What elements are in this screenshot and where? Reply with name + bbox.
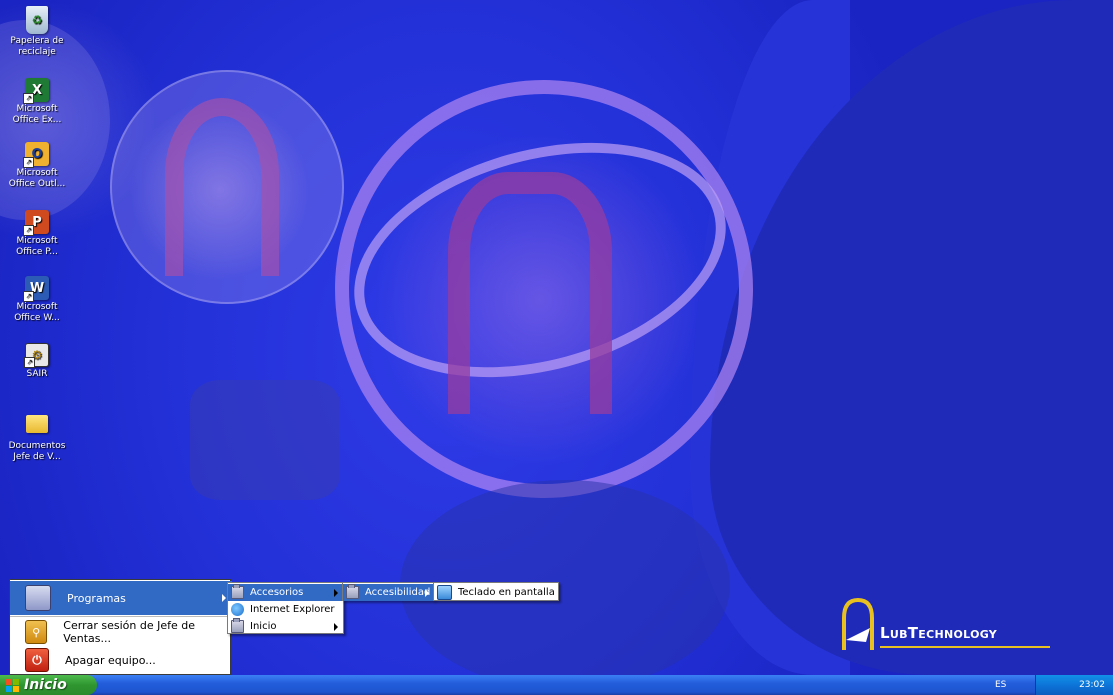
submenu-arrow-icon: [222, 594, 226, 602]
key-logoff-icon: ⚲: [25, 620, 48, 644]
start-menu: Programas ⚲ Cerrar sesión de Jefe de Ven…: [9, 579, 232, 675]
internet-explorer-icon: [231, 603, 244, 616]
desktop-icon-label: Documentos Jefe de V...: [8, 441, 66, 462]
start-menu-cerrar-sesion-label: Cerrar sesión de Jefe de Ventas...: [63, 619, 195, 645]
menu-item-inicio[interactable]: Inicio: [228, 618, 343, 635]
folder-icon: [26, 415, 48, 433]
start-button-label: Inicio: [24, 677, 67, 693]
start-menu-apagar-label: Apagar equipo...: [65, 653, 156, 667]
folder-icon: [231, 618, 244, 633]
submenu-arrow-icon: [425, 589, 429, 597]
submenu-arrow-icon: [334, 623, 338, 631]
desktop-icon-label: Microsoft Office W...: [14, 302, 60, 323]
desktop-icon-documentos[interactable]: Documentos Jefe de V...: [4, 411, 70, 463]
powerpoint-icon: P ↗: [23, 210, 49, 236]
menu-item-label: Accesibilidad: [365, 587, 431, 598]
logo-underline: [880, 646, 1050, 648]
desktop-icon-label: Microsoft Office Ex...: [12, 104, 62, 125]
start-button[interactable]: Inicio: [0, 675, 97, 695]
accesibilidad-submenu: Teclado en pantalla: [433, 582, 559, 601]
menu-item-label: Accesorios: [250, 587, 304, 598]
desktop-icon-label: SAIR: [26, 369, 48, 379]
excel-icon: X ↗: [23, 78, 49, 104]
start-menu-programas-label: Programas: [67, 591, 126, 605]
start-menu-cerrar-sesion[interactable]: ⚲ Cerrar sesión de Jefe de Ventas...: [10, 617, 232, 647]
desktop-wallpaper: ♻ Papelera de reciclaje X ↗ Microsoft Off…: [0, 0, 1113, 675]
lubtechnology-logo: LubTechnology: [836, 596, 1056, 656]
desktop-icon-outlook[interactable]: O ↗ Microsoft Office Outl...: [4, 142, 70, 190]
menu-item-teclado-en-pantalla[interactable]: Teclado en pantalla: [434, 584, 558, 601]
folder-icon: [231, 584, 244, 599]
menu-item-internet-explorer[interactable]: Internet Explorer: [228, 601, 343, 618]
start-menu-programas[interactable]: Programas: [10, 581, 232, 615]
desktop-icon-label: Microsoft Office Outl...: [8, 168, 66, 189]
folder-icon: [346, 584, 359, 599]
desktop-icon-powerpoint[interactable]: P ↗ Microsoft Office P...: [4, 210, 70, 258]
programs-submenu: Accesorios Internet Explorer Inicio: [227, 582, 344, 634]
wallpaper-reflection: [400, 480, 730, 675]
wallpaper-arch: [165, 98, 279, 276]
clock[interactable]: 23:02: [1079, 680, 1105, 690]
outlook-icon: O ↗: [23, 142, 49, 168]
menu-item-accesorios[interactable]: Accesorios: [228, 584, 343, 601]
desktop-icon-label: Papelera de reciclaje: [10, 36, 64, 57]
accesorios-submenu: Accesibilidad: [342, 582, 434, 601]
programs-folder-icon: [25, 585, 51, 611]
logo-text: LubTechnology: [880, 624, 998, 642]
windows-logo-icon: [6, 678, 19, 692]
sair-app-icon: ⚙ ↗: [24, 343, 49, 368]
desktop-icon-recycle-bin[interactable]: ♻ Papelera de reciclaje: [4, 6, 70, 58]
menu-item-label: Teclado en pantalla: [458, 587, 555, 598]
menu-item-accesibilidad[interactable]: Accesibilidad: [343, 584, 433, 601]
recycle-bin-icon: ♻: [26, 6, 48, 34]
wallpaper-reflection: [190, 380, 340, 500]
on-screen-keyboard-icon: [437, 585, 452, 600]
desktop-icon-label: Microsoft Office P...: [16, 236, 58, 257]
word-icon: W ↗: [23, 276, 49, 302]
taskbar: Inicio ES 23:02: [0, 675, 1113, 695]
desktop-icon-excel[interactable]: X ↗ Microsoft Office Ex...: [4, 78, 70, 126]
menu-item-label: Inicio: [250, 621, 277, 632]
wallpaper-arch: [448, 172, 612, 414]
desktop-icon-sair[interactable]: ⚙ ↗ SAIR: [4, 343, 70, 380]
submenu-arrow-icon: [334, 589, 338, 597]
logo-mark-icon: [842, 597, 874, 650]
system-tray: ES 23:02: [995, 675, 1113, 695]
menu-item-label: Internet Explorer: [250, 604, 335, 615]
language-indicator[interactable]: ES: [995, 680, 1006, 690]
power-icon: ⏻: [25, 648, 49, 672]
start-menu-apagar[interactable]: ⏻ Apagar equipo...: [10, 645, 232, 675]
desktop-icon-word[interactable]: W ↗ Microsoft Office W...: [4, 276, 70, 324]
